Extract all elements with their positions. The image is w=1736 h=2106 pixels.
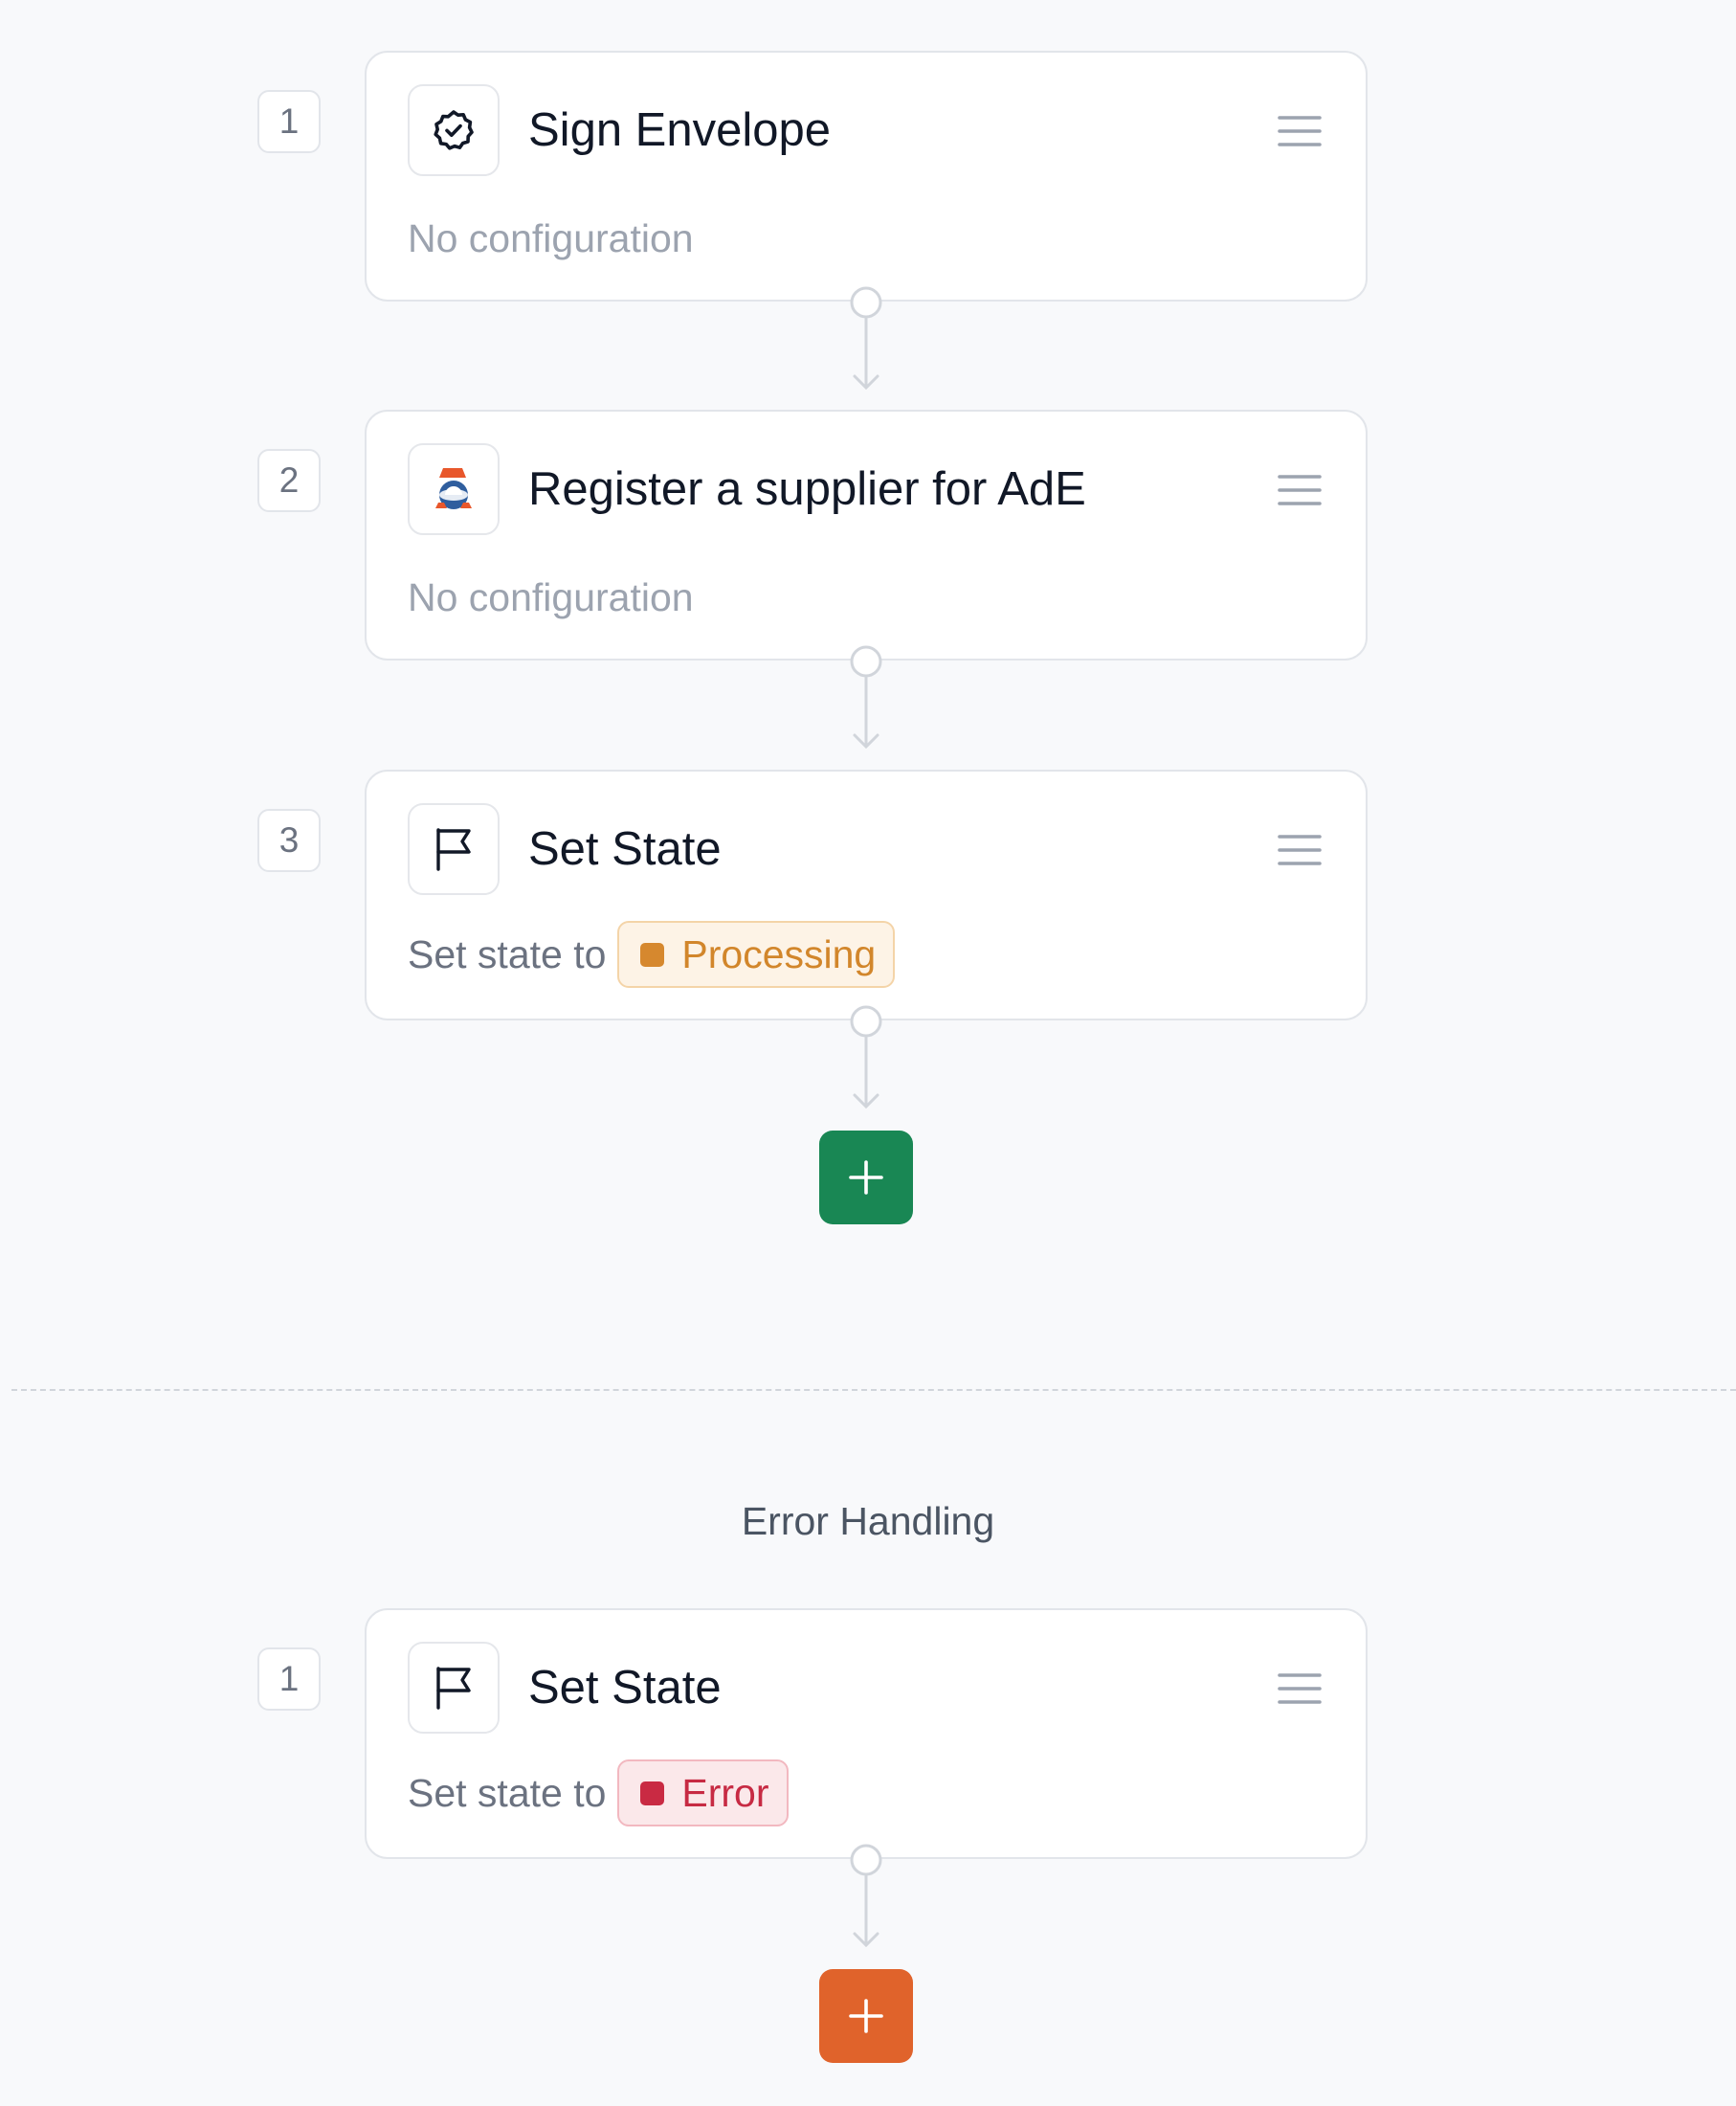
step-number: 3 <box>257 809 321 872</box>
connector-arrow <box>850 1005 882 1109</box>
plus-icon <box>849 1999 883 2033</box>
state-label: Set state to <box>408 1770 607 1815</box>
step-subtitle: No configuration <box>408 216 694 260</box>
connector-arrow <box>850 645 882 750</box>
step-card-error-set-state[interactable]: Set State Set state to Error <box>365 1608 1368 1859</box>
step-card-set-state[interactable]: Set State Set state to Processing <box>365 770 1368 1020</box>
add-step-button[interactable] <box>819 1131 913 1224</box>
step-number: 2 <box>257 449 321 512</box>
connector-arrow <box>850 1844 882 1948</box>
status-dot <box>640 942 665 967</box>
step-title: Sign Envelope <box>528 104 832 156</box>
step-title: Register a supplier for AdE <box>528 463 1086 515</box>
drag-handle-icon[interactable] <box>1278 112 1322 150</box>
status-badge-error: Error <box>617 1759 789 1826</box>
drag-handle-icon[interactable] <box>1278 471 1322 509</box>
drag-handle-icon[interactable] <box>1278 831 1322 869</box>
step-title: Set State <box>528 1662 722 1714</box>
plus-icon <box>849 1160 883 1195</box>
step-title: Set State <box>528 823 722 875</box>
state-row: Set state to Error <box>408 1759 789 1826</box>
status-dot <box>640 1781 665 1805</box>
step-subtitle: No configuration <box>408 575 694 619</box>
badge-check-icon <box>408 84 500 176</box>
ade-logo-icon <box>408 443 500 535</box>
step-number: 1 <box>257 90 321 153</box>
flag-icon <box>408 803 500 895</box>
step-card-register-supplier[interactable]: Register a supplier for AdE No configura… <box>365 410 1368 661</box>
flag-icon <box>408 1642 500 1734</box>
state-label: Set state to <box>408 931 607 976</box>
step-card-sign-envelope[interactable]: Sign Envelope No configuration <box>365 51 1368 302</box>
section-divider <box>11 1389 1736 1391</box>
status-text: Error <box>681 1770 769 1815</box>
add-error-step-button[interactable] <box>819 1969 913 2063</box>
step-number: 1 <box>257 1647 321 1711</box>
status-text: Processing <box>681 931 877 976</box>
status-badge-processing: Processing <box>617 921 896 988</box>
error-handling-title: Error Handling <box>741 1499 995 1543</box>
drag-handle-icon[interactable] <box>1278 1669 1322 1708</box>
state-row: Set state to Processing <box>408 921 896 988</box>
connector-arrow <box>850 286 882 391</box>
